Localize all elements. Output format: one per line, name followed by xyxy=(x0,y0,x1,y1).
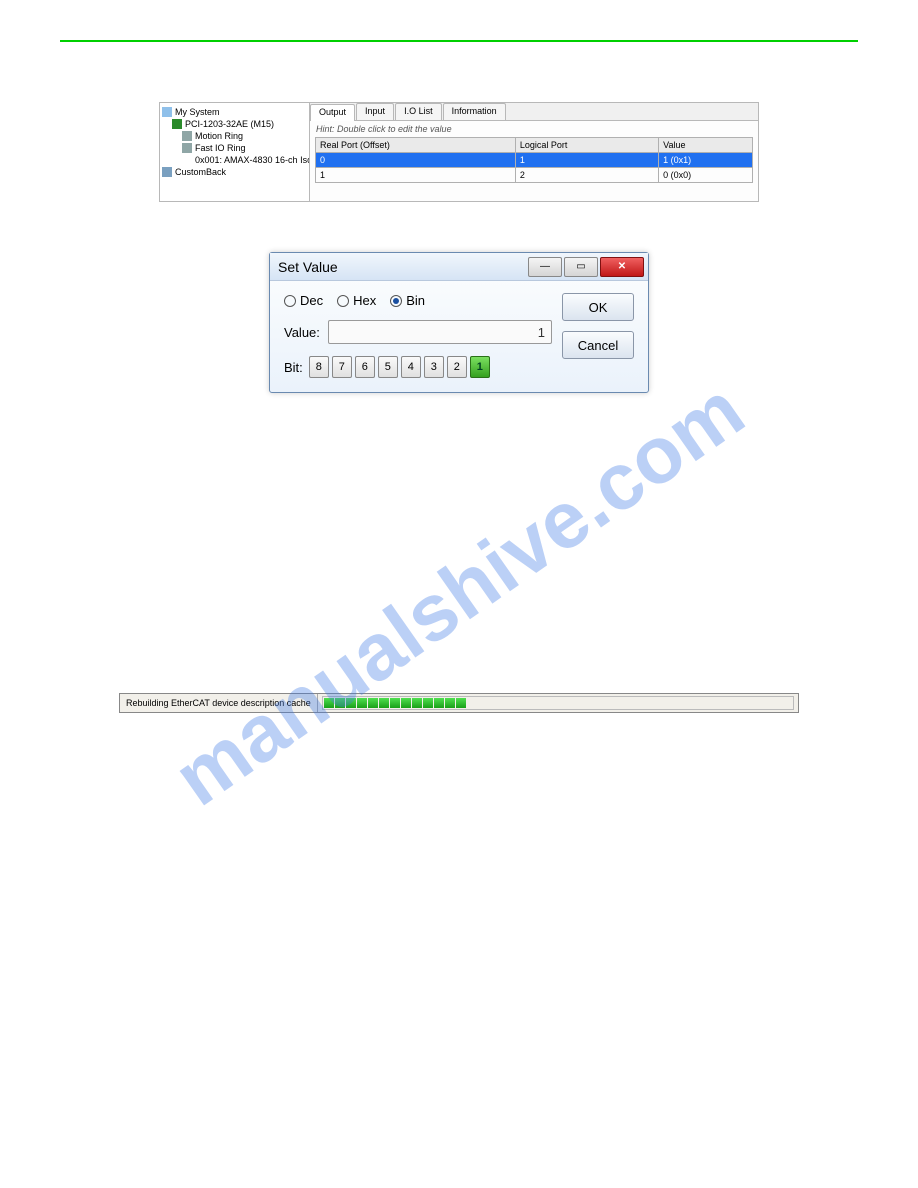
cell-value: 1 (0x1) xyxy=(659,153,753,168)
bit-8-button[interactable]: 8 xyxy=(309,356,329,378)
tab-output[interactable]: Output xyxy=(310,104,355,121)
tree-pane: My System PCI-1203-32AE (M15) Motion Rin… xyxy=(160,103,310,201)
tree-label: 0x001: AMAX-4830 16-ch Iso. xyxy=(195,155,310,165)
radio-icon xyxy=(337,295,349,307)
radio-hex[interactable]: Hex xyxy=(337,293,376,308)
radix-radio-group: Dec Hex Bin xyxy=(284,293,552,308)
radio-bin[interactable]: Bin xyxy=(390,293,425,308)
progress-block xyxy=(423,698,433,708)
statusbar-progress: Rebuilding EtherCAT device description c… xyxy=(119,693,799,713)
col-real-port: Real Port (Offset) xyxy=(316,138,516,153)
window-buttons: — ▭ ✕ xyxy=(528,257,644,277)
ring-icon xyxy=(182,143,192,153)
tree-motion-ring[interactable]: Motion Ring xyxy=(162,130,307,142)
value-input[interactable]: 1 xyxy=(328,320,552,344)
progress-label: Rebuilding EtherCAT device description c… xyxy=(120,694,318,712)
table-row[interactable]: 0 1 1 (0x1) xyxy=(316,153,753,168)
tree-label: CustomBack xyxy=(175,167,226,177)
progress-block xyxy=(390,698,400,708)
bit-3-button[interactable]: 3 xyxy=(424,356,444,378)
tree-label: PCI-1203-32AE (M15) xyxy=(185,119,274,129)
progress-block xyxy=(324,698,334,708)
progress-block xyxy=(401,698,411,708)
col-logical-port: Logical Port xyxy=(515,138,658,153)
bit-buttons: 8 7 6 5 4 3 2 1 xyxy=(309,356,490,378)
cell-logical: 2 xyxy=(515,168,658,183)
tree-card[interactable]: PCI-1203-32AE (M15) xyxy=(162,118,307,130)
bit-label: Bit: xyxy=(284,360,303,375)
dialog-titlebar[interactable]: Set Value — ▭ ✕ xyxy=(270,253,648,281)
cell-real: 1 xyxy=(316,168,516,183)
progress-block xyxy=(379,698,389,708)
radio-dec[interactable]: Dec xyxy=(284,293,323,308)
close-icon: ✕ xyxy=(618,261,626,272)
progress-block xyxy=(368,698,378,708)
dialog-title: Set Value xyxy=(278,259,338,275)
tab-io-list[interactable]: I.O List xyxy=(395,103,442,120)
value-label: Value: xyxy=(284,325,320,340)
folder-icon xyxy=(162,107,172,117)
radio-icon xyxy=(390,295,402,307)
minimize-button[interactable]: — xyxy=(528,257,562,277)
col-value: Value xyxy=(659,138,753,153)
tree-label: Motion Ring xyxy=(195,131,243,141)
progress-block xyxy=(346,698,356,708)
maximize-icon: ▭ xyxy=(576,261,585,272)
ring-icon xyxy=(182,131,192,141)
tree-custom-back[interactable]: CustomBack xyxy=(162,166,307,178)
card-icon xyxy=(172,119,182,129)
tree-fast-io-ring[interactable]: Fast IO Ring xyxy=(162,142,307,154)
progress-block xyxy=(335,698,345,708)
progress-block xyxy=(434,698,444,708)
tree-device[interactable]: 0x001: AMAX-4830 16-ch Iso. xyxy=(162,154,307,166)
io-table: Real Port (Offset) Logical Port Value 0 … xyxy=(315,137,753,183)
radio-icon xyxy=(284,295,296,307)
radio-label: Dec xyxy=(300,293,323,308)
tree-root[interactable]: My System xyxy=(162,106,307,118)
tab-input[interactable]: Input xyxy=(356,103,394,120)
progress-track xyxy=(322,696,794,710)
hint-text: Hint: Double click to edit the value xyxy=(310,121,758,137)
cell-value: 0 (0x0) xyxy=(659,168,753,183)
set-value-dialog: Set Value — ▭ ✕ Dec Hex Bin Value: 1 Bit… xyxy=(269,252,649,393)
right-pane: Output Input I.O List Information Hint: … xyxy=(310,103,758,201)
bit-2-button[interactable]: 2 xyxy=(447,356,467,378)
table-row[interactable]: 1 2 0 (0x0) xyxy=(316,168,753,183)
cancel-button[interactable]: Cancel xyxy=(562,331,634,359)
bit-4-button[interactable]: 4 xyxy=(401,356,421,378)
radio-label: Bin xyxy=(406,293,425,308)
bit-1-button[interactable]: 1 xyxy=(470,356,490,378)
progress-block xyxy=(456,698,466,708)
maximize-button[interactable]: ▭ xyxy=(564,257,598,277)
tab-information[interactable]: Information xyxy=(443,103,506,120)
bit-5-button[interactable]: 5 xyxy=(378,356,398,378)
custom-icon xyxy=(162,167,172,177)
tree-label: Fast IO Ring xyxy=(195,143,246,153)
radio-label: Hex xyxy=(353,293,376,308)
ok-button[interactable]: OK xyxy=(562,293,634,321)
bit-6-button[interactable]: 6 xyxy=(355,356,375,378)
progress-blocks xyxy=(324,698,466,708)
progress-block xyxy=(357,698,367,708)
tabstrip: Output Input I.O List Information xyxy=(310,103,758,121)
screenshot-tree-table: My System PCI-1203-32AE (M15) Motion Rin… xyxy=(159,102,759,202)
cell-real: 0 xyxy=(316,153,516,168)
progress-block xyxy=(412,698,422,708)
close-button[interactable]: ✕ xyxy=(600,257,644,277)
watermark-text: manualshive.com xyxy=(158,364,761,824)
cell-logical: 1 xyxy=(515,153,658,168)
bit-7-button[interactable]: 7 xyxy=(332,356,352,378)
progress-block xyxy=(445,698,455,708)
tree-label: My System xyxy=(175,107,220,117)
minimize-icon: — xyxy=(540,261,550,272)
